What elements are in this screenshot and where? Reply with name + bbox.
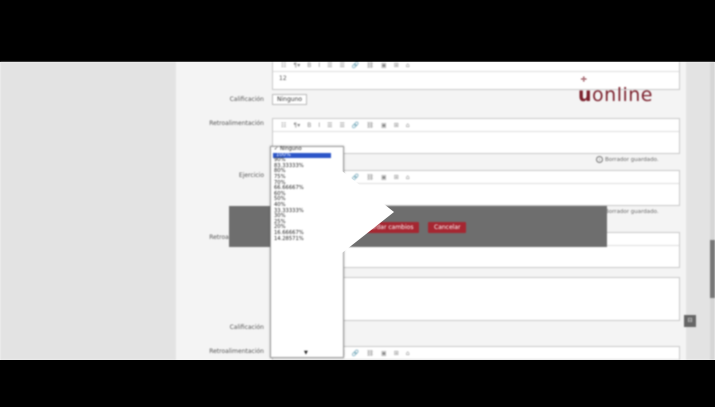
link-icon[interactable]: 🔗 — [352, 122, 359, 129]
draft-saved-text: Borrador guardado. — [605, 157, 659, 163]
draft-saved-text: Borrador guardado. — [605, 209, 659, 215]
toolbar-icon[interactable]: ¶▾ — [293, 122, 300, 129]
media-icon[interactable]: ⊞ — [394, 350, 399, 357]
media-icon[interactable]: ⊞ — [394, 122, 399, 129]
media-icon[interactable]: ⊞ — [394, 62, 399, 69]
editor-toolbar: ☷ ¶▾ B I ☰ ☰ 🔗 ⛓ ▣ ⊞ ⌂ — [273, 119, 679, 132]
grade-select[interactable]: Ninguno — [272, 94, 308, 105]
letterbox-bottom — [0, 360, 715, 407]
exercise-label: Ejercicio — [238, 172, 264, 179]
media-icon[interactable]: ⊞ — [394, 174, 399, 181]
italic-icon[interactable]: I — [318, 62, 320, 69]
letterbox-top — [0, 0, 715, 62]
feedback-label: Retroalimentación — [209, 348, 264, 355]
play-icon[interactable] — [328, 160, 394, 264]
editor-toolbar: ☷ ¶▾ B I ☰ ☰ 🔗 ⛓ ▣ ⊞ ⌂ — [273, 62, 679, 72]
scroll-down-icon[interactable]: ▼ — [304, 350, 308, 356]
image-icon[interactable]: ▣ — [381, 122, 387, 129]
bold-icon[interactable]: B — [307, 62, 311, 69]
italic-icon[interactable]: I — [318, 122, 320, 129]
more-icon[interactable]: ⌂ — [406, 122, 410, 129]
unlink-icon[interactable]: ⛓ — [366, 350, 374, 357]
cancel-button[interactable]: Cancelar — [428, 222, 467, 233]
info-icon: i — [596, 156, 603, 163]
grade-label: Calificación — [229, 96, 264, 103]
more-icon[interactable]: ⌂ — [406, 62, 410, 69]
unlink-icon[interactable]: ⛓ — [366, 62, 374, 69]
image-icon[interactable]: ▣ — [381, 350, 387, 357]
grade-label: Calificación — [229, 324, 264, 331]
more-icon[interactable]: ⌂ — [406, 174, 410, 181]
toolbar-icon[interactable]: ¶▾ — [293, 62, 300, 69]
more-icon[interactable]: ⌂ — [406, 350, 410, 357]
logo-text: online — [592, 84, 653, 106]
page-scrollbar[interactable] — [710, 62, 715, 360]
bold-icon[interactable]: B — [307, 122, 311, 129]
draft-saved-notice: iBorrador guardado. — [596, 156, 659, 163]
link-icon[interactable]: 🔗 — [352, 350, 359, 357]
unlink-icon[interactable]: ⛓ — [366, 122, 374, 129]
block-toggle-button[interactable]: ⊟ — [684, 315, 696, 327]
list-icon[interactable]: ☰ — [340, 122, 345, 129]
list-icon[interactable]: ☰ — [327, 62, 332, 69]
toolbar-icon[interactable]: ☷ — [281, 122, 286, 129]
list-icon[interactable]: ☰ — [327, 122, 332, 129]
uonline-logo: uonline — [578, 75, 653, 106]
toolbar-icon[interactable]: ☷ — [281, 62, 286, 69]
list-icon[interactable]: ☰ — [340, 62, 345, 69]
image-icon[interactable]: ▣ — [381, 62, 387, 69]
feedback-label: Retroalimentación — [209, 120, 264, 127]
link-icon[interactable]: 🔗 — [352, 62, 359, 69]
scrollbar-thumb[interactable] — [710, 240, 715, 298]
logo-emblem: u — [578, 75, 592, 106]
